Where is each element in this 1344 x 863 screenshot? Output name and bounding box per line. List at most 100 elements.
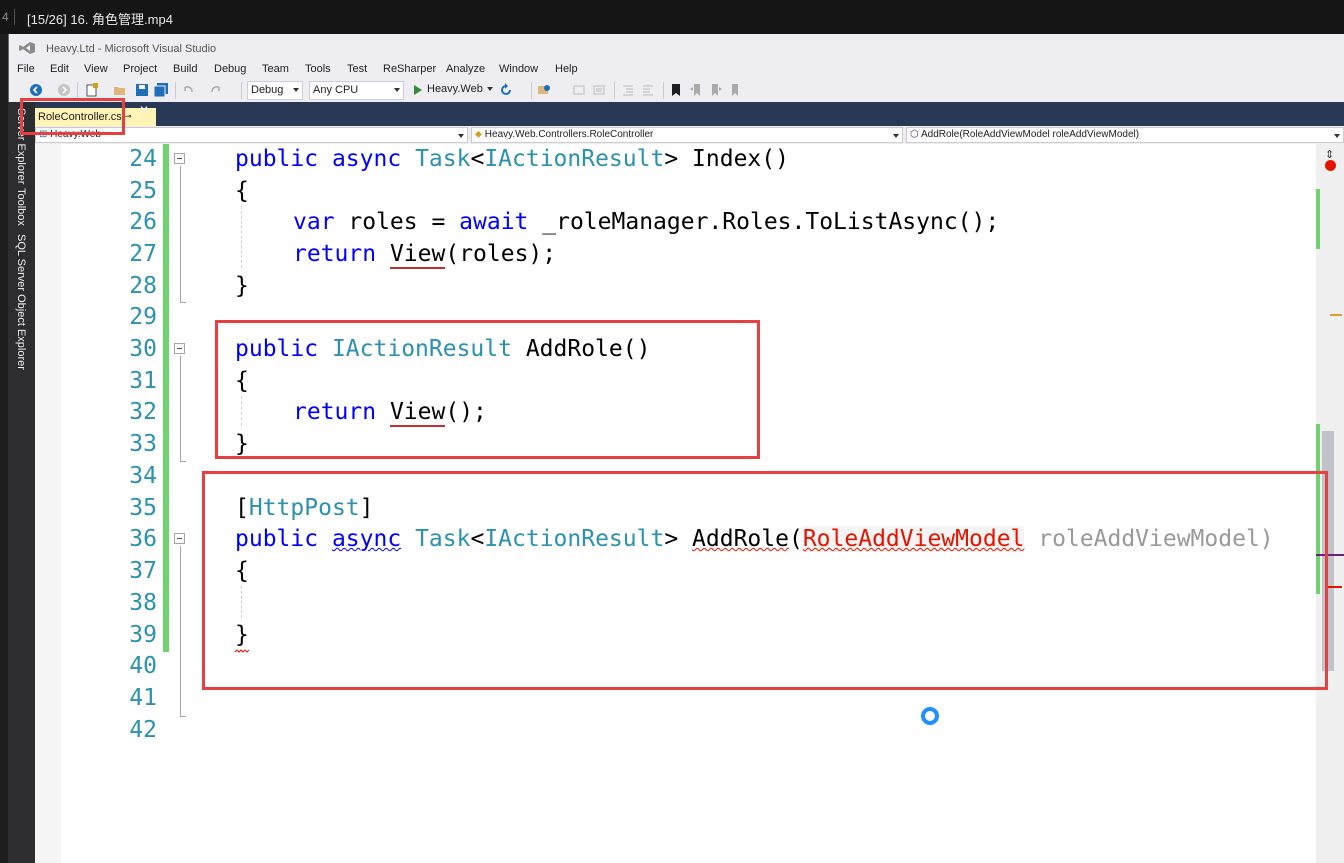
method-icon: ⬡ xyxy=(910,129,919,140)
collapse-icon[interactable] xyxy=(174,533,185,544)
line-number: 25 xyxy=(129,178,157,204)
code-line: 26 var roles = await _roleManager.Roles.… xyxy=(35,207,1316,239)
outline-guide xyxy=(180,166,181,302)
line-number: 24 xyxy=(129,146,157,172)
line-number: 37 xyxy=(129,558,157,584)
keyword: var xyxy=(293,209,335,235)
next-bookmark-icon[interactable] xyxy=(709,83,723,97)
redo-icon[interactable] xyxy=(209,83,223,97)
menu-debug[interactable]: Debug xyxy=(214,63,246,75)
code-line: 28 } xyxy=(35,271,1316,303)
solution-configuration-dropdown[interactable]: Debug xyxy=(247,81,303,100)
browser-link-icon[interactable] xyxy=(537,83,551,97)
platform-value: Any CPU xyxy=(313,84,359,96)
visual-studio-logo-icon xyxy=(19,42,35,54)
menu-tools[interactable]: Tools xyxy=(305,63,331,75)
menu-resharper[interactable]: ReSharper xyxy=(383,63,436,75)
indent-icon[interactable] xyxy=(641,83,655,97)
standard-toolbar: Debug Any CPU Heavy.Web xyxy=(9,80,1344,102)
refresh-icon[interactable] xyxy=(499,83,513,97)
change-marker xyxy=(163,493,169,525)
new-project-icon[interactable] xyxy=(85,83,99,97)
keyword: public xyxy=(235,146,319,172)
change-marker xyxy=(163,271,169,303)
member-dropdown[interactable]: ⬡ AddRole(RoleAddViewModel roleAddViewMo… xyxy=(906,127,1344,143)
tab-sql-server-object-explorer[interactable]: SQL Server Object Explorer xyxy=(15,234,27,370)
line-number: 38 xyxy=(129,590,157,616)
previous-bookmark-icon[interactable] xyxy=(689,83,703,97)
navigate-back-icon[interactable] xyxy=(29,83,43,97)
menu-bar: File Edit View Project Build Debug Team … xyxy=(9,62,1344,80)
code-line: 27 return View(roles); xyxy=(35,239,1316,271)
error-overview-marker xyxy=(1328,586,1342,588)
play-icon xyxy=(414,85,422,95)
error-indicator-icon[interactable] xyxy=(1325,160,1336,171)
chevron-down-icon xyxy=(458,134,464,138)
toolbar-separator xyxy=(241,82,242,99)
menu-help[interactable]: Help xyxy=(555,63,578,75)
menu-view[interactable]: View xyxy=(84,63,108,75)
type-name: Task xyxy=(415,146,471,172)
tab-toolbox[interactable]: Toolbox xyxy=(15,188,27,226)
change-marker xyxy=(163,144,169,176)
open-file-icon[interactable] xyxy=(113,83,127,97)
line-number: 27 xyxy=(129,241,157,267)
keyword: await xyxy=(459,209,529,235)
menu-analyze[interactable]: Analyze xyxy=(446,63,485,75)
save-all-icon[interactable] xyxy=(154,83,168,97)
menu-window[interactable]: Window xyxy=(499,63,538,75)
line-number: 36 xyxy=(129,526,157,552)
code-text: > Index() xyxy=(664,146,789,172)
highlight-box xyxy=(215,320,760,459)
toolbar-separator xyxy=(175,82,176,99)
collapse-icon[interactable] xyxy=(174,343,185,354)
code-text: _roleManager.Roles.ToListAsync(); xyxy=(528,209,1000,235)
code-text: } xyxy=(235,273,249,299)
menu-team[interactable]: Team xyxy=(262,63,289,75)
uncomment-icon[interactable] xyxy=(592,83,606,97)
comment-icon[interactable] xyxy=(572,83,586,97)
chevron-down-icon xyxy=(1334,134,1340,138)
save-icon[interactable] xyxy=(135,83,149,97)
change-marker xyxy=(163,588,169,620)
code-line: 24 public async Task<IActionResult> Inde… xyxy=(35,144,1316,176)
change-marker xyxy=(163,524,169,556)
member-name: AddRole(RoleAddViewModel roleAddViewMode… xyxy=(920,129,1140,140)
toolbar-separator xyxy=(614,82,615,99)
punctuation: < xyxy=(470,146,485,172)
clear-bookmarks-icon[interactable] xyxy=(729,83,743,97)
window-title: Heavy.Ltd - Microsoft Visual Studio xyxy=(46,43,217,55)
undo-icon[interactable] xyxy=(181,83,195,97)
highlight-box xyxy=(20,98,125,135)
class-dropdown[interactable]: ⬥ Heavy.Web.Controllers.RoleController xyxy=(471,127,903,143)
pin-icon[interactable]: ⊸ xyxy=(124,111,132,122)
keyword: async xyxy=(331,146,402,172)
chevron-down-icon xyxy=(394,88,400,92)
change-marker xyxy=(163,461,169,493)
line-number: 35 xyxy=(129,495,157,521)
menu-edit[interactable]: Edit xyxy=(50,63,69,75)
close-icon[interactable]: ✕ xyxy=(139,103,149,117)
outdent-icon[interactable] xyxy=(621,83,635,97)
toolbar-separator xyxy=(663,82,664,99)
menu-project[interactable]: Project xyxy=(123,63,157,75)
start-debugging-button[interactable]: Heavy.Web xyxy=(411,81,495,100)
menu-build[interactable]: Build xyxy=(173,63,197,75)
solution-platform-dropdown[interactable]: Any CPU xyxy=(309,81,404,100)
code-line: 42 xyxy=(35,715,1316,747)
indent-guide xyxy=(241,206,242,268)
menu-file[interactable]: File xyxy=(17,63,35,75)
outline-guide xyxy=(180,546,181,716)
navigate-forward-icon[interactable] xyxy=(57,83,71,97)
change-marker xyxy=(163,429,169,461)
navigation-bar: ⊞ Heavy.Web ⬥ Heavy.Web.Controllers.Role… xyxy=(35,126,1344,144)
line-number: 33 xyxy=(129,431,157,457)
bookmark-icon[interactable] xyxy=(669,83,683,97)
chevron-down-icon xyxy=(893,134,899,138)
divider xyxy=(14,9,15,25)
change-marker xyxy=(163,334,169,366)
menu-test[interactable]: Test xyxy=(347,63,367,75)
player-title-bar: 4 [15/26] 16. 角色管理.mp4 xyxy=(0,0,1344,34)
collapse-icon[interactable] xyxy=(174,153,185,164)
code-text: { xyxy=(235,178,249,204)
